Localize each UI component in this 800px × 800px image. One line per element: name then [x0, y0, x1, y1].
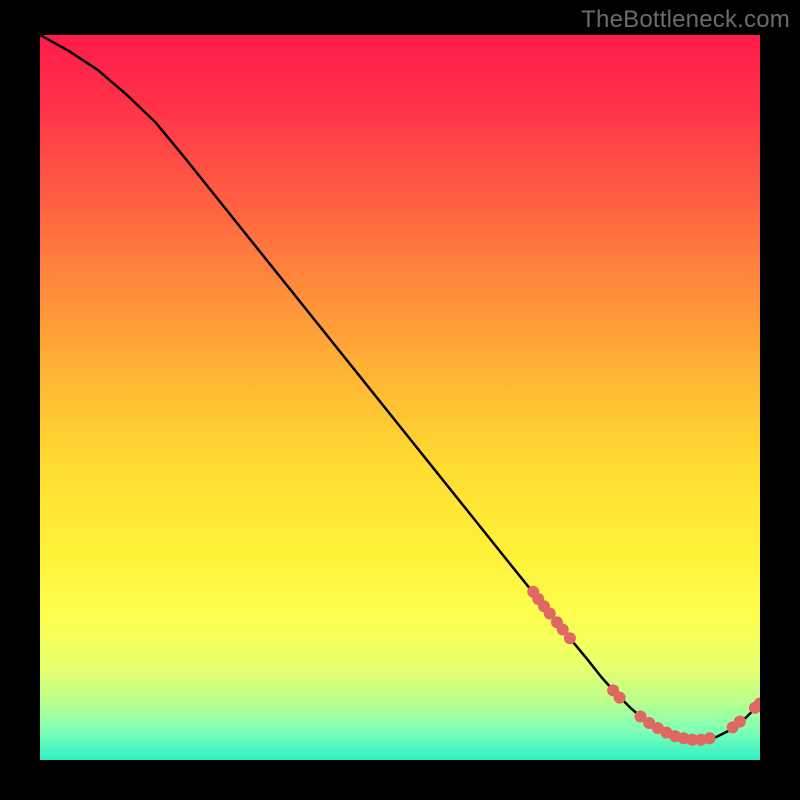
plot-area — [40, 35, 760, 760]
data-dot — [734, 716, 746, 728]
bottleneck-curve — [40, 35, 760, 740]
data-dot — [704, 732, 716, 744]
chart-overlay — [40, 35, 760, 760]
data-dot — [564, 632, 576, 644]
data-dot — [614, 692, 626, 704]
watermark-text: TheBottleneck.com — [581, 6, 790, 34]
chart-frame: TheBottleneck.com — [0, 0, 800, 800]
data-dots — [527, 586, 760, 746]
